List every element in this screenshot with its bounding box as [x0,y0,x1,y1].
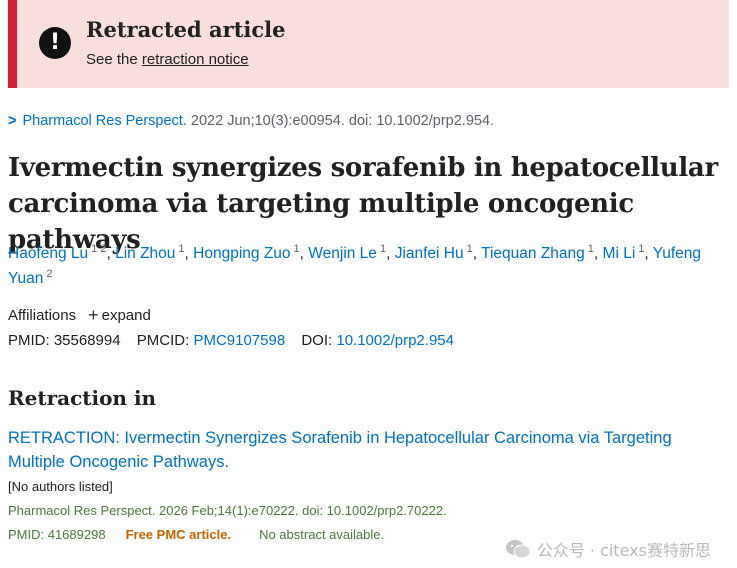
author-affiliation-sup[interactable]: 1 [294,243,300,255]
banner-subtitle: See the retraction notice [86,51,249,68]
author-affiliation-sup[interactable]: 1 2 [91,243,106,255]
free-pmc-badge: Free PMC article. [125,527,232,542]
retraction-authors: [No authors listed] [8,479,113,494]
watermark-text: 公众号 · citexs赛特新思 [536,541,711,560]
doi-link[interactable]: 10.1002/prp2.954 [336,332,454,349]
author-link[interactable]: Jianfei Hu [395,245,464,262]
affiliations-label: Affiliations [8,307,77,324]
author-link[interactable]: Mi Li [603,245,636,262]
plus-icon: + [88,305,99,325]
citation-line: > Pharmacol Res Perspect. 2022 Jun;10(3):… [8,112,495,130]
retraction-pmid: PMID: 41689298 [8,527,106,542]
author-link[interactable]: Wenjin Le [308,245,377,262]
author-link[interactable]: Haofeng Lu [8,245,88,262]
affiliations-toggle[interactable]: Affiliations + expand [8,305,151,326]
exclamation-circle-icon: ! [39,27,71,59]
author-affiliation-sup[interactable]: 1 [467,243,473,255]
retraction-citation: Pharmacol Res Perspect. 2026 Feb;14(1):e… [8,503,447,518]
pmid-label: PMID: [8,332,50,349]
banner-title: Retracted article [86,17,286,42]
retraction-identifiers: PMID: 41689298 Free PMC article. No abstra… [8,527,384,542]
retraction-title-link[interactable]: RETRACTION: Ivermectin Synergizes Sorafe… [8,426,730,474]
author-affiliation-sup[interactable]: 1 [178,243,184,255]
pmid-value: 35568994 [53,332,121,349]
pmcid-link[interactable]: PMC9107598 [193,332,285,349]
author-affiliation-sup[interactable]: 2 [46,268,52,280]
no-abstract-note: No abstract available. [259,527,385,542]
retraction-notice-link[interactable]: retraction notice [142,51,249,68]
doi-label: DOI: [301,332,333,349]
author-affiliation-sup[interactable]: 1 [638,243,644,255]
author-link[interactable]: Tiequan Zhang [481,245,585,262]
author-link[interactable]: Lin Zhou [115,245,175,262]
author-list: Haofeng Lu 1 2, Lin Zhou 1, Hongping Zuo 1,… [8,243,702,288]
wechat-icon [505,540,531,559]
journal-link[interactable]: Pharmacol Res Perspect. [22,113,186,129]
pmcid-label: PMCID: [136,332,190,349]
retraction-heading: Retraction in [8,386,157,410]
chevron-right-icon: > [8,112,17,130]
author-affiliation-sup[interactable]: 1 [588,243,594,255]
citation-details: 2022 Jun;10(3):e00954. doi: 10.1002/prp2… [190,113,495,129]
article-identifiers: PMID: 35568994 PMCID: PMC9107598 DOI: 10… [8,332,454,349]
author-link[interactable]: Hongping Zuo [193,245,290,262]
watermark: 公众号 · citexs赛特新思 [505,537,711,561]
expand-label[interactable]: expand [102,307,151,324]
author-affiliation-sup[interactable]: 1 [380,243,386,255]
banner-subtitle-prefix: See the [86,51,138,68]
retraction-banner: ! Retracted article See the retraction n… [8,0,729,88]
